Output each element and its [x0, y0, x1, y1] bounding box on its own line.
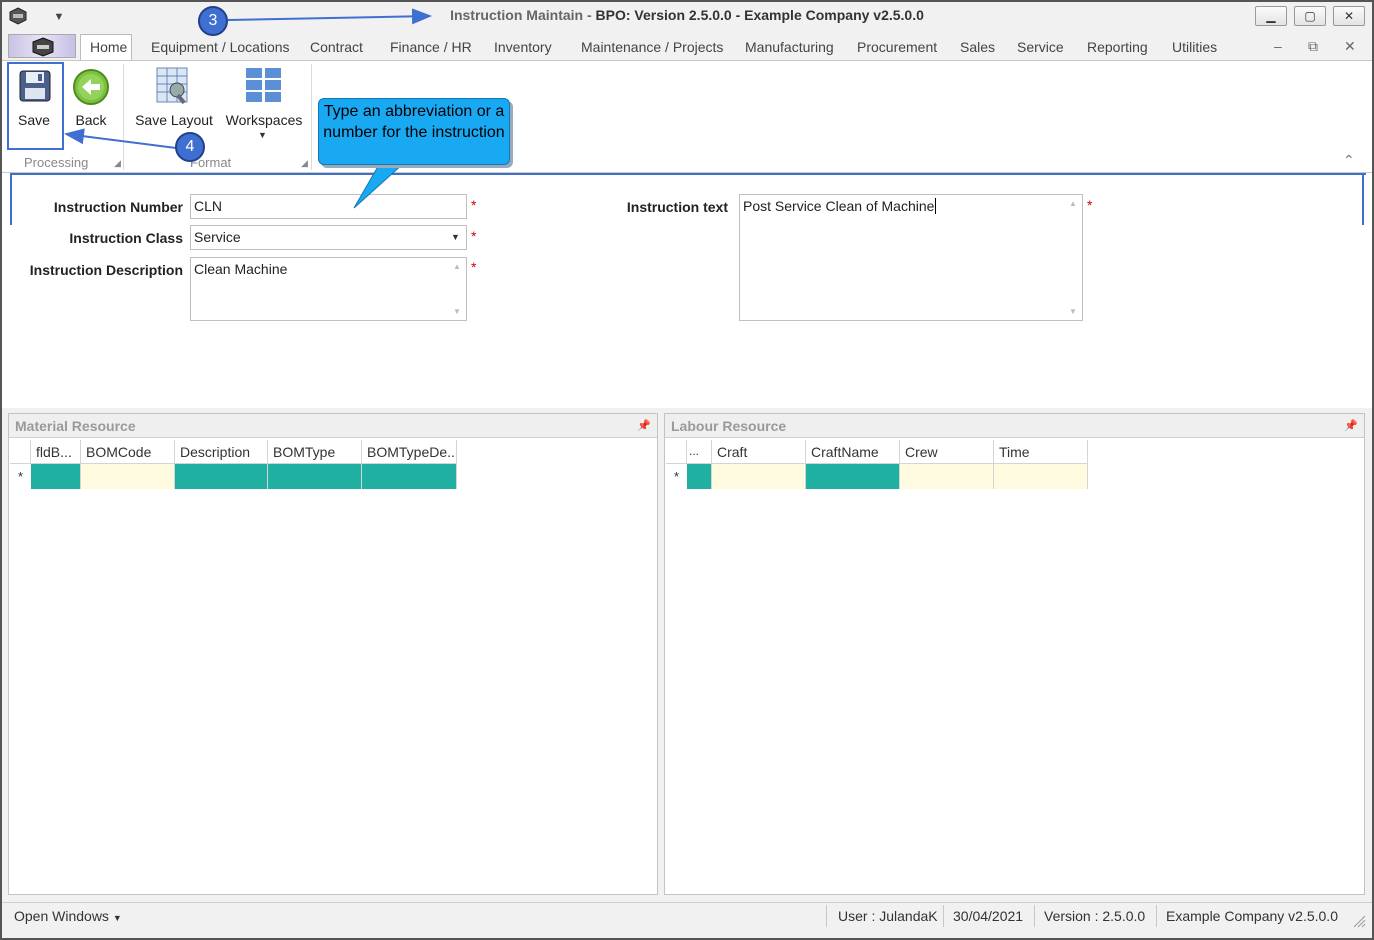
step4-badge: 4	[175, 132, 205, 162]
callout-pointer	[353, 162, 406, 209]
step3-badge: 3	[198, 6, 228, 36]
step3-arrow	[227, 8, 432, 25]
step4-arrow	[64, 128, 177, 149]
instruction-callout: Type an abbreviation or a number for the…	[318, 98, 510, 165]
annotation-arrows	[64, 8, 432, 209]
